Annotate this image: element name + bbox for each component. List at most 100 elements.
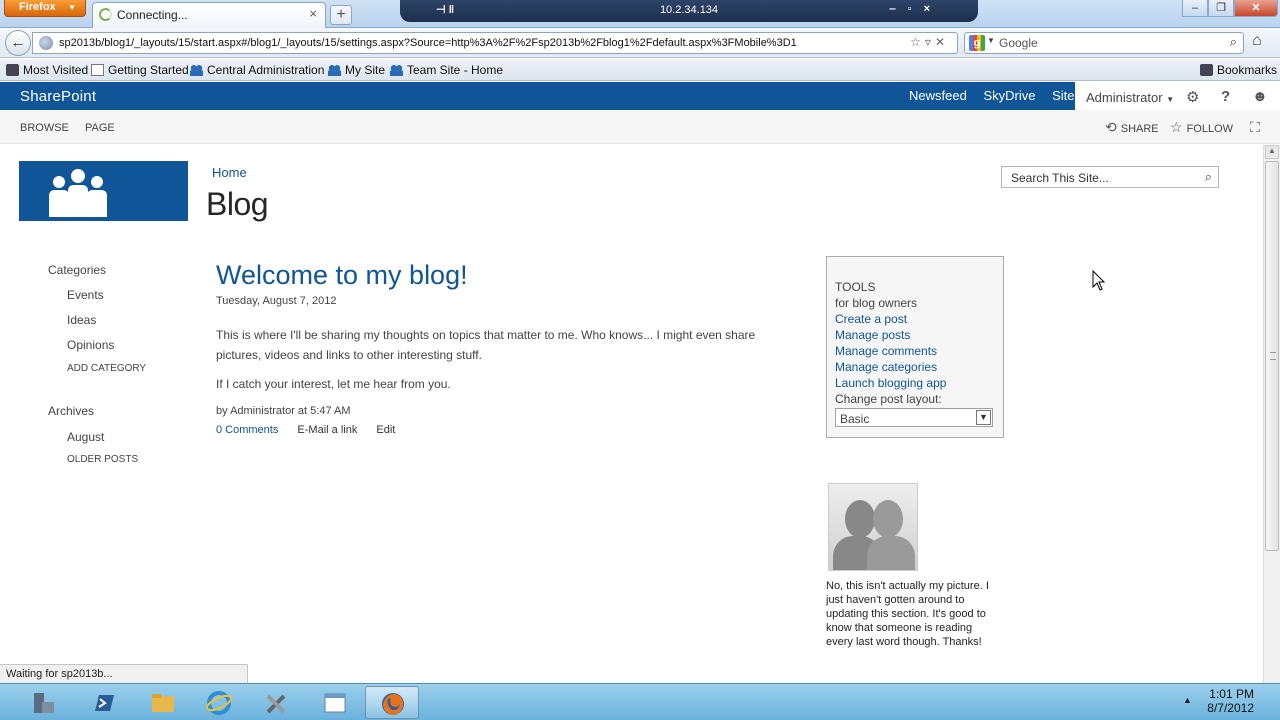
tab-browse[interactable]: BROWSE: [20, 122, 69, 134]
nav-heading-archives[interactable]: Archives: [48, 404, 94, 418]
blog-tools-panel: TOOLS for blog owners Create a post Mana…: [826, 256, 1004, 438]
window-icon: [324, 693, 346, 713]
nav-category-events[interactable]: Events: [67, 288, 104, 302]
post-title[interactable]: Welcome to my blog!: [216, 260, 468, 291]
email-link[interactable]: E-Mail a link: [297, 424, 357, 436]
browser-search-input[interactable]: g ▼ Google ⌕: [964, 32, 1244, 54]
taskbar-explorer[interactable]: [136, 686, 190, 719]
user-menu[interactable]: Administrator ▼: [1086, 90, 1174, 105]
bookmark-label: Team Site - Home: [407, 63, 504, 77]
clock-date: 8/7/2012: [1207, 701, 1254, 715]
page-icon: [91, 64, 104, 76]
tools-subheading: for blog owners: [835, 296, 918, 310]
post-actions: 0 Comments E-Mail a link Edit: [216, 424, 411, 436]
status-bar: Waiting for sp2013b...: [0, 664, 248, 684]
breadcrumb-home[interactable]: Home: [212, 165, 247, 180]
browser-titlebar: Firefox ▼ Connecting... × + ⊣ ‖ 10.2.34.1…: [0, 0, 1280, 28]
older-posts-link[interactable]: OLDER POSTS: [67, 454, 138, 465]
suite-links: Newsfeed SkyDrive Sites: [909, 88, 1094, 103]
taskbar-server-manager[interactable]: [16, 686, 70, 719]
remote-window-controls[interactable]: ‒▫×: [890, 3, 942, 15]
people-icon: [49, 169, 107, 217]
profile-picture: [828, 483, 918, 571]
follow-label: FOLLOW: [1186, 123, 1234, 135]
create-post-link[interactable]: Create a post: [835, 311, 1003, 327]
sharepoint-brand[interactable]: SharePoint: [20, 88, 96, 105]
bookmarks-menu-label: Bookmarks: [1217, 63, 1278, 77]
post-date: Tuesday, August 7, 2012: [216, 295, 337, 307]
gear-icon[interactable]: ⚙: [1186, 88, 1199, 106]
chevron-down-icon[interactable]: ▼: [987, 36, 995, 45]
share-icon: ⟲: [1105, 119, 1117, 135]
launch-blogging-app-link[interactable]: Launch blogging app: [835, 375, 1003, 391]
site-logo[interactable]: [19, 161, 188, 221]
minimize-button[interactable]: ‒: [1182, 0, 1208, 17]
follow-button[interactable]: ☆ FOLLOW: [1170, 119, 1233, 136]
help-icon[interactable]: ?: [1221, 88, 1230, 105]
post-layout-select[interactable]: Basic ▼: [835, 408, 993, 427]
tools-heading: TOOLS: [835, 280, 876, 294]
tray-expand-icon[interactable]: ▲: [1183, 695, 1192, 705]
bookmark-team-site-home[interactable]: Team Site - Home: [390, 63, 503, 77]
post-paragraph: If I catch your interest, let me hear fr…: [216, 377, 451, 391]
manage-posts-link[interactable]: Manage posts: [835, 327, 1003, 343]
nav-category-ideas[interactable]: Ideas: [67, 313, 96, 327]
chevron-down-icon[interactable]: ▼: [976, 410, 991, 425]
suite-link-skydrive[interactable]: SkyDrive: [983, 88, 1035, 103]
bookmark-most-visited[interactable]: Most Visited: [6, 63, 88, 77]
taskbar-admin-tools[interactable]: [250, 686, 304, 719]
firefox-menu-button[interactable]: Firefox ▼: [4, 0, 86, 17]
tab-close-icon[interactable]: ×: [309, 6, 317, 21]
window-controls: ‒ ❐ ✕: [1182, 0, 1278, 18]
tab-title: Connecting...: [117, 8, 188, 22]
nav-heading-categories[interactable]: Categories: [48, 263, 106, 277]
comments-link[interactable]: 0 Comments: [216, 424, 278, 436]
home-icon[interactable]: ⌂: [1252, 32, 1262, 50]
folder-icon: [152, 694, 174, 712]
ribbon: BROWSE PAGE ⟲ SHARE ☆ FOLLOW ⛶: [0, 110, 1280, 144]
share-label: SHARE: [1120, 123, 1159, 135]
page-title: Blog: [206, 186, 269, 222]
url-bar[interactable]: sp2013b/blog1/_layouts/15/start.aspx#/bl…: [32, 32, 958, 54]
bookmark-getting-started[interactable]: Getting Started: [91, 63, 189, 77]
close-button[interactable]: ✕: [1234, 0, 1278, 17]
search-icon[interactable]: ⌕: [1230, 34, 1237, 50]
smiley-icon[interactable]: ☻: [1252, 88, 1268, 105]
add-category-link[interactable]: ADD CATEGORY: [67, 363, 146, 374]
taskbar-firefox[interactable]: [365, 686, 419, 719]
search-icon[interactable]: ⌕: [1205, 169, 1212, 185]
star-icon: ☆: [1170, 119, 1183, 135]
bookmarks-bar: Most Visited Getting Started Central Adm…: [0, 59, 1280, 81]
bookmarks-menu[interactable]: Bookmarks: [1200, 63, 1277, 77]
post-paragraph: This is where I'll be sharing my thought…: [216, 328, 756, 362]
suite-link-newsfeed[interactable]: Newsfeed: [909, 88, 967, 103]
vertical-scrollbar[interactable]: ▲: [1263, 145, 1280, 683]
edit-link[interactable]: Edit: [376, 424, 395, 436]
nav-category-opinions[interactable]: Opinions: [67, 338, 114, 352]
sharepoint-site-icon: [390, 64, 403, 76]
nav-archive-august[interactable]: August: [67, 430, 104, 444]
tab-connecting[interactable]: Connecting... ×: [92, 2, 326, 28]
bookmark-label: Getting Started: [108, 63, 189, 77]
new-tab-button[interactable]: +: [330, 5, 352, 25]
share-button[interactable]: ⟲ SHARE: [1105, 119, 1159, 136]
tools-icon: [266, 694, 286, 714]
bookmark-central-administration[interactable]: Central Administration: [190, 63, 324, 77]
site-search-input[interactable]: Search This Site... ⌕: [1001, 166, 1219, 188]
bookmark-my-site[interactable]: My Site: [328, 63, 385, 77]
bookmark-star-icon[interactable]: ☆▿✕: [906, 35, 949, 49]
back-button[interactable]: ←: [5, 30, 31, 56]
taskbar-internet-explorer[interactable]: [192, 686, 246, 719]
manage-categories-link[interactable]: Manage categories: [835, 359, 1003, 375]
user-name: Administrator: [1086, 90, 1163, 105]
internet-explorer-icon: [206, 691, 232, 715]
taskbar-task-scheduler[interactable]: [308, 686, 362, 719]
restore-button[interactable]: ❐: [1208, 0, 1234, 17]
scroll-thumb[interactable]: [1265, 161, 1279, 551]
scroll-up-arrow-icon[interactable]: ▲: [1265, 145, 1279, 159]
tab-page[interactable]: PAGE: [85, 122, 115, 134]
focus-on-content-icon[interactable]: ⛶: [1250, 119, 1264, 136]
taskbar-clock[interactable]: 1:01 PM 8/7/2012: [1207, 687, 1254, 715]
manage-comments-link[interactable]: Manage comments: [835, 343, 1003, 359]
taskbar-powershell[interactable]: [76, 686, 130, 719]
